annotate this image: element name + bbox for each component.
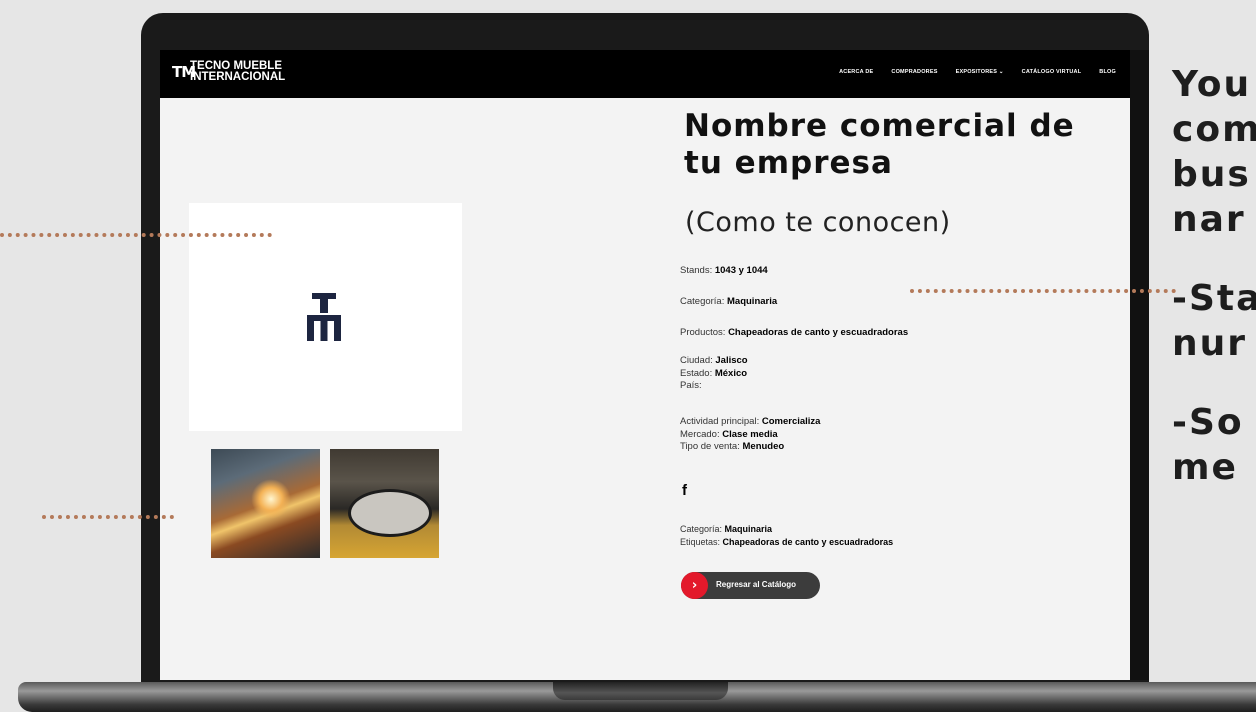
- logo-text: TECNO MUEBLE INTERNACIONAL: [190, 60, 286, 83]
- back-to-catalog-button[interactable]: › Regresar al Catálogo: [681, 572, 820, 599]
- back-button-label: Regresar al Catálogo: [716, 580, 797, 589]
- logo-mark-icon: TM: [172, 63, 196, 81]
- categoria-label: Categoría:: [680, 296, 727, 307]
- ciudad-label: Ciudad:: [680, 355, 716, 366]
- facebook-icon[interactable]: f: [682, 482, 687, 499]
- guide-line-gallery: [42, 515, 174, 519]
- company-logo-icon: [307, 293, 341, 341]
- mercado-label: Mercado:: [680, 428, 723, 440]
- nav-item-blog[interactable]: BLOG: [1099, 69, 1116, 75]
- laser-spark: [251, 479, 291, 519]
- estado-label: Estado:: [680, 367, 715, 379]
- side-line-7: -So: [1172, 402, 1244, 443]
- categoria-value[interactable]: Maquinaria: [727, 296, 777, 307]
- pais-label: País:: [680, 380, 702, 391]
- side-block-2: -Sta nur: [1172, 276, 1256, 366]
- footer-categoria-value[interactable]: Maquinaria: [725, 524, 773, 534]
- stands-value: 1043 y 1044: [714, 265, 768, 276]
- side-line-2: com: [1172, 109, 1256, 150]
- footer-categoria-label: Categoría:: [680, 524, 725, 534]
- site-logo[interactable]: TM TECNO MUEBLE INTERNACIONAL: [172, 60, 286, 83]
- guide-line-name: [910, 289, 1176, 293]
- nav-item-catalogo-virtual[interactable]: CATÁLOGO VIRTUAL: [1022, 69, 1082, 75]
- guide-line-logo: [0, 233, 272, 237]
- productos-value: Chapeadoras de canto y escuadradoras: [728, 327, 909, 338]
- machine-disc: [348, 489, 432, 537]
- stands-label: Stands:: [680, 265, 715, 276]
- etiquetas-line: Etiquetas: Chapeadoras de canto y escuad…: [680, 536, 893, 549]
- stands-line: Stands: 1043 y 1044: [680, 265, 768, 278]
- nav-menu: ACERCA DE COMPRADORES EXPOSITORES ⌄ CATÁ…: [839, 69, 1116, 75]
- actividad-label: Actividad principal:: [680, 416, 762, 427]
- actividad-value: Comercializa: [761, 416, 821, 427]
- laptop-notch: [553, 682, 728, 700]
- venta-value: Menudeo: [742, 441, 785, 452]
- ciudad-value: Jalisco: [715, 355, 748, 366]
- chevron-right-icon: ›: [681, 572, 708, 599]
- gallery-thumbnail-laser[interactable]: [211, 449, 320, 558]
- venta-label: Tipo de venta:: [680, 441, 743, 452]
- etiquetas-value[interactable]: Chapeadoras de canto y escuadradoras: [723, 537, 894, 547]
- browser-screen: TM TECNO MUEBLE INTERNACIONAL ACERCA DE …: [160, 50, 1130, 680]
- mercado-line: Mercado: Clase media: [680, 429, 820, 442]
- side-line-8: me: [1172, 447, 1238, 488]
- mercado-value: Clase media: [722, 428, 778, 440]
- side-line-5: -Sta: [1172, 278, 1256, 319]
- nav-item-compradores[interactable]: COMPRADORES: [891, 69, 937, 75]
- screen-bezel-right: [1130, 50, 1149, 680]
- side-annotation-text: You com bus nar -Sta nur -So me: [1172, 62, 1256, 524]
- nav-item-expositores[interactable]: EXPOSITORES ⌄: [956, 69, 1004, 75]
- gallery-thumbnail-machine[interactable]: [330, 449, 439, 558]
- activity-block: Actividad principal: Comercializa Mercad…: [680, 416, 820, 454]
- side-line-1: You: [1172, 64, 1252, 105]
- meta-block: Categoría: Maquinaria Etiquetas: Chapead…: [680, 523, 893, 548]
- etiquetas-label: Etiquetas:: [680, 536, 723, 547]
- nav-item-acerca-de[interactable]: ACERCA DE: [839, 69, 873, 75]
- actividad-line: Actividad principal: Comercializa: [680, 416, 820, 429]
- side-block-1: You com bus nar: [1172, 62, 1256, 242]
- side-line-6: nur: [1172, 323, 1248, 364]
- logo-line2: INTERNACIONAL: [190, 71, 286, 83]
- categoria-line: Categoría: Maquinaria: [680, 296, 777, 309]
- company-title: Nombre comercial de tu empresa: [684, 108, 1075, 181]
- location-block: Ciudad: Jalisco Estado: México País:: [680, 355, 748, 393]
- side-line-4: nar: [1172, 199, 1246, 240]
- footer-categoria-line: Categoría: Maquinaria: [680, 523, 893, 536]
- ciudad-line: Ciudad: Jalisco: [680, 355, 748, 368]
- estado-line: Estado: México: [680, 368, 748, 381]
- estado-value: México: [714, 367, 748, 379]
- venta-line: Tipo de venta: Menudeo: [680, 441, 820, 454]
- pais-line: País:: [680, 380, 748, 393]
- side-line-3: bus: [1172, 154, 1251, 195]
- productos-line: Productos: Chapeadoras de canto y escuad…: [680, 327, 908, 340]
- company-subtitle: (Como te conocen): [685, 207, 951, 238]
- top-navbar: TM TECNO MUEBLE INTERNACIONAL ACERCA DE …: [160, 50, 1130, 98]
- side-block-3: -So me: [1172, 400, 1256, 490]
- productos-label: Productos:: [680, 327, 729, 338]
